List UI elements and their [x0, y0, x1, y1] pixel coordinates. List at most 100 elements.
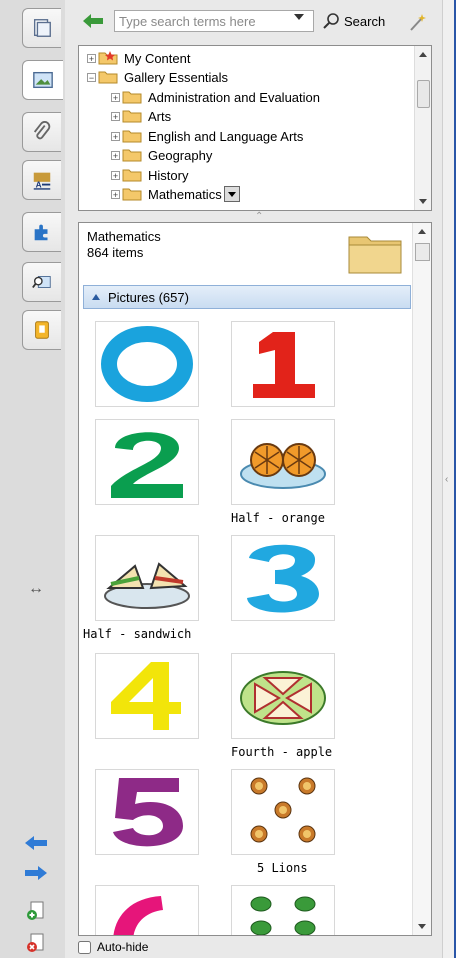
thumbnail: [231, 321, 335, 407]
gallery-item-digit-6[interactable]: [95, 885, 199, 935]
thumbnail: [95, 653, 199, 739]
scroll-down-icon[interactable]: [418, 924, 426, 929]
delete-page-icon[interactable]: [22, 932, 50, 954]
digit-4-icon: [111, 662, 181, 730]
tree-expander[interactable]: +: [111, 189, 120, 199]
gallery-item-half-orange[interactable]: Half - orange: [231, 419, 335, 525]
gallery-content: Mathematics 864 items Pictures (657) Hal…: [78, 222, 432, 936]
tree-item-label: Arts: [148, 108, 172, 124]
tree-expander[interactable]: +: [111, 150, 120, 160]
tree-item-label: History: [148, 167, 189, 183]
thumbnail: [95, 769, 199, 855]
search-button[interactable]: Search: [322, 10, 385, 32]
back-arrow-icon[interactable]: [22, 832, 50, 854]
orange-halves-icon: [240, 443, 326, 489]
search-input[interactable]: [114, 10, 314, 32]
tree-expander[interactable]: −: [87, 72, 96, 82]
magnifier-icon: [323, 13, 339, 29]
page-sorter-icon: [33, 19, 51, 37]
tree-item-menu-dropdown[interactable]: [223, 186, 240, 202]
search-button-label: Search: [344, 13, 386, 29]
frogs-icon: [250, 896, 316, 935]
autohide-option[interactable]: Auto-hide: [78, 940, 148, 954]
search-bar: Search: [78, 8, 438, 34]
folder-icon: [122, 188, 142, 201]
thumbnail-label: Half - sandwich: [83, 627, 192, 641]
scroll-up-icon[interactable]: [419, 52, 427, 57]
gallery-item-digit-2[interactable]: [95, 419, 199, 505]
digit-6-icon: [113, 896, 163, 935]
folder-icon: [122, 110, 142, 123]
tree-item-geography[interactable]: + Geography: [111, 145, 212, 165]
tree-item-label: Gallery Essentials: [124, 69, 229, 85]
tree-expander[interactable]: +: [111, 111, 120, 121]
magic-wand-icon[interactable]: [408, 12, 428, 32]
content-scroll-thumb[interactable]: [415, 243, 430, 261]
pictures-group-header[interactable]: Pictures (657): [83, 285, 411, 309]
gallery-item-digit-4[interactable]: [95, 653, 199, 739]
folder-icon: [122, 149, 142, 162]
star-folder-icon: [98, 51, 118, 65]
gallery-item-5-lions[interactable]: 5 Lions: [231, 769, 335, 875]
tree-item-history[interactable]: + History: [111, 165, 188, 185]
tree-item-mathematics[interactable]: + Mathematics: [111, 184, 240, 204]
tree-item-gallery-essentials[interactable]: − Gallery Essentials: [87, 67, 228, 87]
resize-handle-icon[interactable]: ↔: [28, 580, 44, 598]
tree-expander[interactable]: +: [87, 53, 96, 63]
gallery-item-digit-0[interactable]: [95, 321, 199, 407]
puzzle-icon: [34, 224, 48, 241]
tree-item-english[interactable]: + English and Language Arts: [111, 126, 303, 146]
tree-item-label: My Content: [124, 50, 191, 66]
gallery-item-fourth-apple[interactable]: Fourth - apple: [231, 653, 335, 759]
thumbnail: [231, 769, 335, 855]
content-scrollbar[interactable]: [412, 223, 431, 935]
tab-attachments[interactable]: [22, 112, 61, 152]
scroll-up-icon[interactable]: [418, 229, 426, 234]
gallery-item-digit-3[interactable]: [231, 535, 335, 621]
gallery-item-digit-5[interactable]: [95, 769, 199, 855]
category-count: 864 items: [87, 245, 144, 260]
autohide-checkbox[interactable]: [78, 940, 91, 954]
tree-item-my-content[interactable]: + My Content: [87, 48, 190, 68]
category-tree: + My Content − Gallery Essentials + Admi…: [78, 45, 432, 211]
digit-5-icon: [113, 778, 183, 847]
search-history-dropdown-icon[interactable]: [294, 14, 304, 20]
tab-image-search[interactable]: [22, 262, 61, 302]
folder-icon: [122, 169, 142, 182]
digit-1-icon: [253, 332, 315, 398]
panel-splitter-icon[interactable]: ⌃: [255, 211, 263, 222]
tree-expander[interactable]: +: [111, 131, 120, 141]
tree-expander[interactable]: +: [111, 170, 120, 180]
tree-item-label: Geography: [148, 147, 213, 163]
folder-open-icon: [98, 71, 118, 84]
back-icon[interactable]: [82, 12, 104, 30]
tree-scrollbar[interactable]: [414, 46, 431, 210]
tree-scroll-thumb[interactable]: [417, 80, 430, 108]
thumbnail: [231, 419, 335, 505]
scroll-down-icon[interactable]: [419, 199, 427, 204]
gallery-item-half-sandwich[interactable]: Half - sandwich: [83, 535, 199, 641]
tree-item-arts[interactable]: + Arts: [111, 106, 171, 126]
tree-item-label: Administration and Evaluation: [148, 89, 320, 105]
thumbnail: [95, 535, 199, 621]
collapse-icon[interactable]: [92, 294, 100, 300]
tree-item-label: Mathematics: [148, 186, 222, 202]
thumbnail: [231, 535, 335, 621]
forward-arrow-icon[interactable]: [22, 862, 50, 884]
tab-page-sorter[interactable]: [22, 8, 61, 48]
tab-addons[interactable]: [22, 212, 61, 252]
tree-expander[interactable]: +: [111, 92, 120, 102]
collapse-panel-icon[interactable]: ‹: [445, 474, 448, 485]
properties-icon: A: [33, 172, 51, 190]
thumbnail-label: 5 Lions: [257, 861, 308, 875]
add-page-icon[interactable]: [22, 900, 50, 922]
thumbnail: [231, 653, 335, 739]
tree-item-administration[interactable]: + Administration and Evaluation: [111, 87, 320, 107]
lions-icon: [250, 777, 316, 843]
tab-properties[interactable]: A: [22, 160, 61, 200]
gallery-item-digit-1[interactable]: [231, 321, 335, 407]
tab-gallery[interactable]: [22, 60, 63, 100]
tab-widgets[interactable]: [22, 310, 61, 350]
gallery-item-frogs[interactable]: [231, 885, 335, 935]
digit-0-icon: [101, 326, 193, 402]
